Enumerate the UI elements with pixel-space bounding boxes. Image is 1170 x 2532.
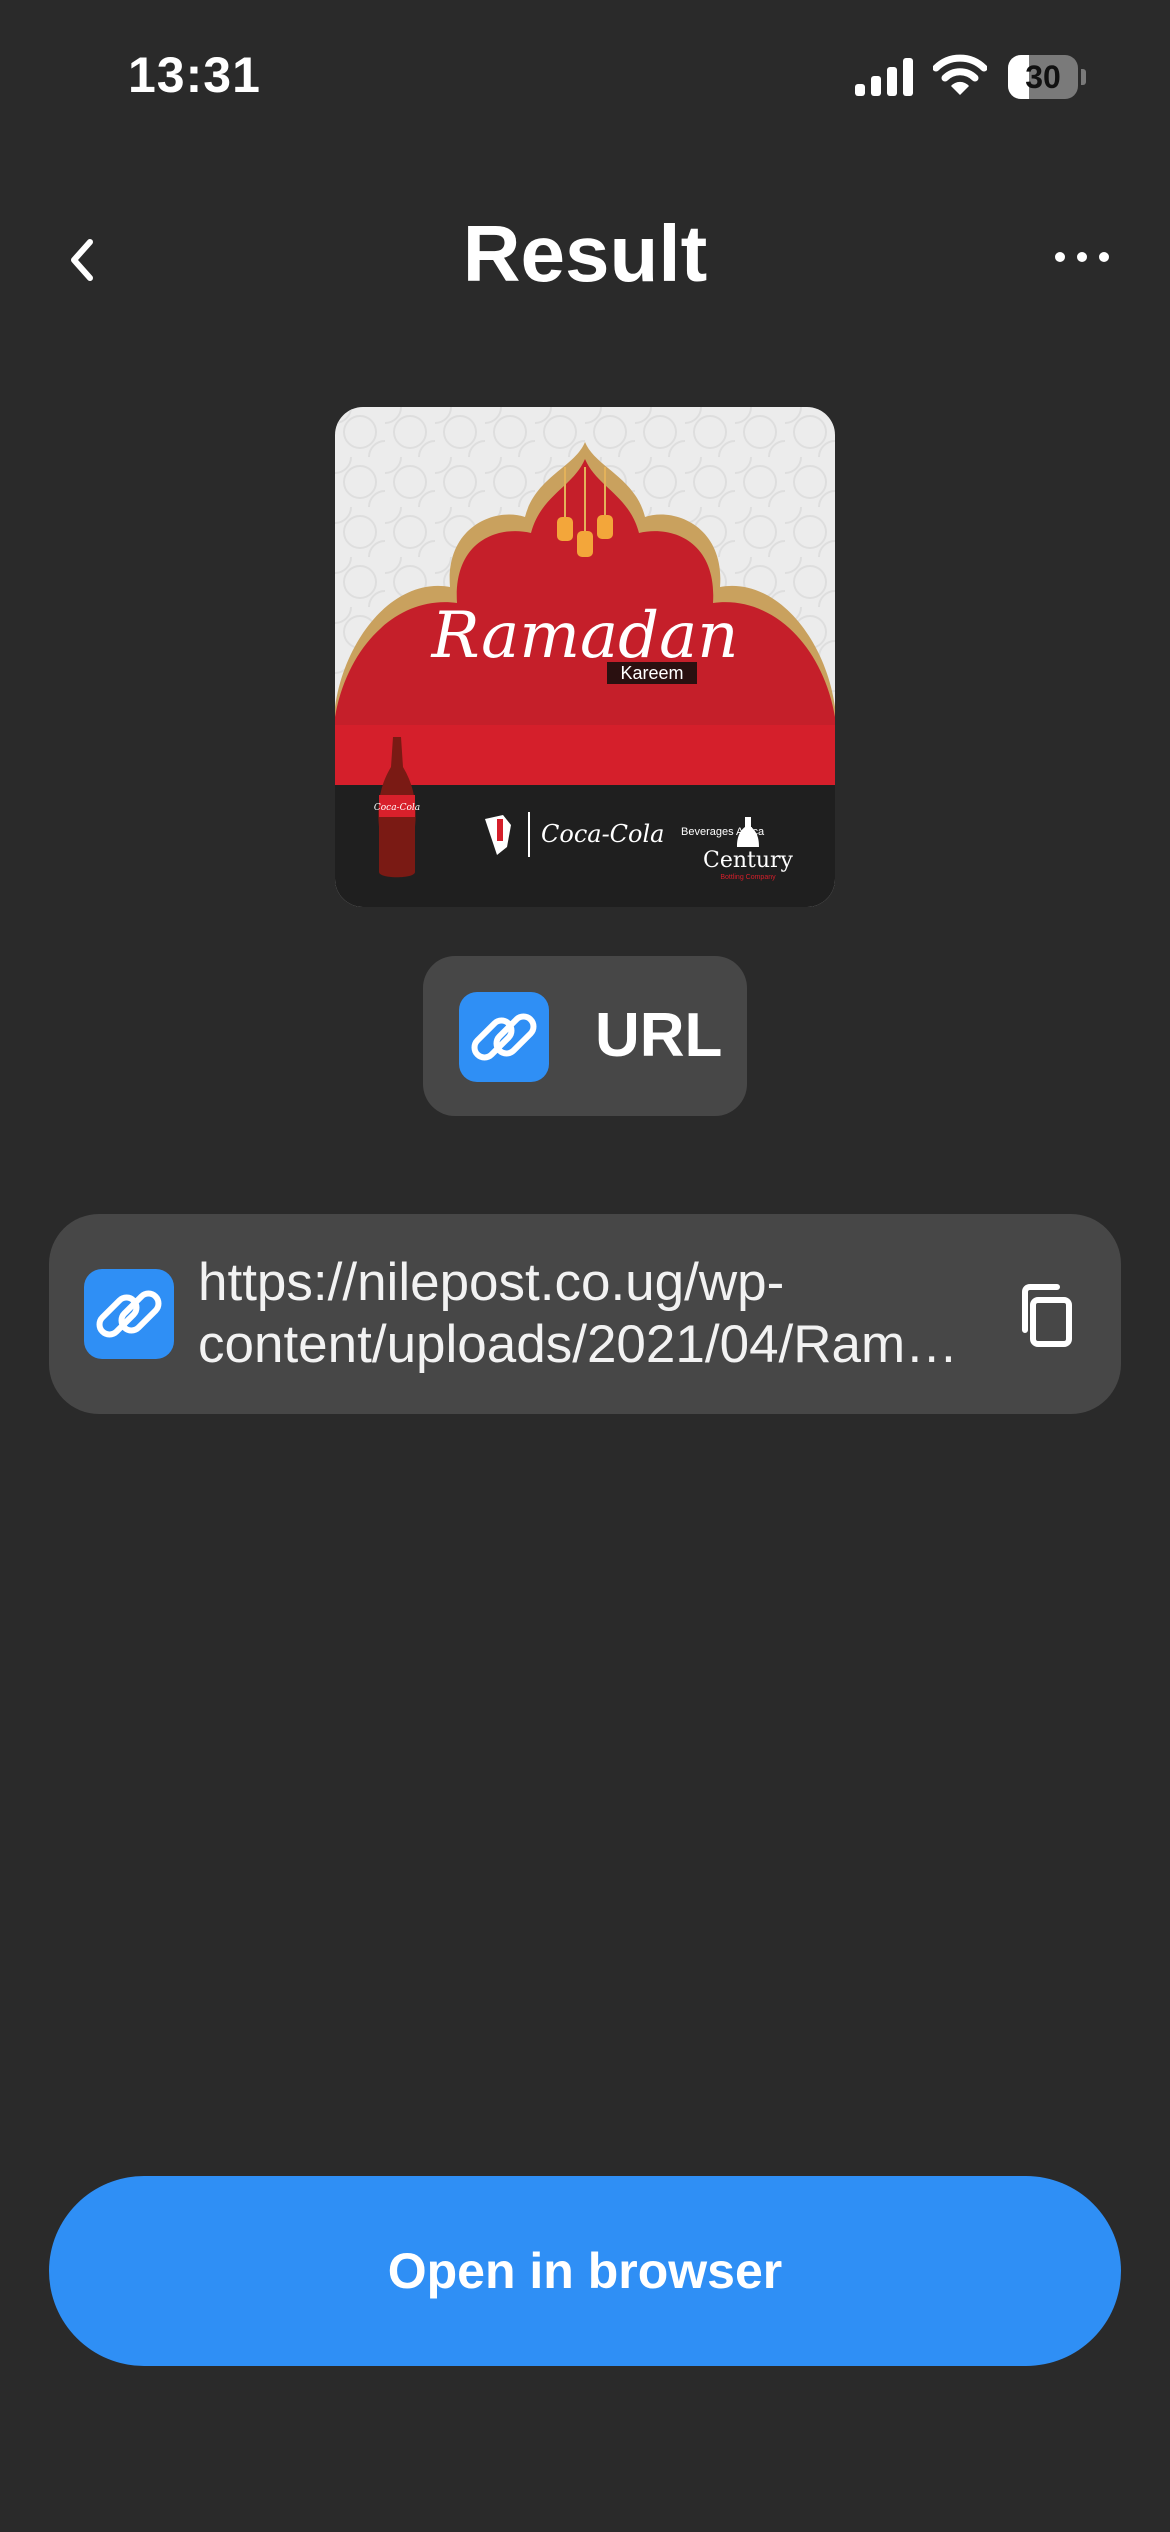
page-title: Result bbox=[462, 209, 708, 298]
open-in-browser-button[interactable]: Open in browser bbox=[49, 2176, 1121, 2366]
ellipsis-icon bbox=[1055, 252, 1109, 262]
status-time: 13:31 bbox=[128, 47, 261, 103]
url-text-line: https://nilepost.co.ug/wp- bbox=[198, 1253, 785, 1312]
preview-bottle-label: Coca-Cola bbox=[374, 803, 420, 813]
preview-image: Ramadan Kareem Coca-Cola Coca-Cola Bever… bbox=[335, 407, 835, 907]
copy-button[interactable] bbox=[1009, 1278, 1089, 1358]
preview-partner-logo: Century bbox=[703, 848, 794, 873]
url-card[interactable]: https://nilepost.co.ug/wp- content/uploa… bbox=[49, 1214, 1121, 1414]
preview-partner-sub: Bottling Company bbox=[720, 874, 776, 881]
url-text-line: content/uploads/2021/04/Ram… bbox=[198, 1315, 959, 1374]
url-text: https://nilepost.co.ug/wp- content/uploa… bbox=[198, 1252, 1028, 1376]
battery-icon: 30 bbox=[1008, 55, 1086, 99]
preview-title-text: Ramadan bbox=[431, 599, 739, 673]
cellular-signal-icon bbox=[855, 58, 913, 96]
result-type-label: URL bbox=[595, 1001, 723, 1070]
battery-level: 30 bbox=[1025, 59, 1061, 95]
result-type-chip: URL bbox=[423, 956, 747, 1116]
link-icon bbox=[84, 1269, 174, 1359]
link-icon bbox=[459, 992, 549, 1082]
more-options-button[interactable] bbox=[1052, 242, 1112, 272]
preview-brand-logo: Coca-Cola bbox=[541, 820, 664, 848]
preview-subtitle-text: Kareem bbox=[620, 663, 683, 683]
copy-icon bbox=[1022, 1284, 1072, 1347]
status-bar: 13:31 30 bbox=[0, 0, 1170, 150]
wifi-icon bbox=[933, 54, 987, 95]
